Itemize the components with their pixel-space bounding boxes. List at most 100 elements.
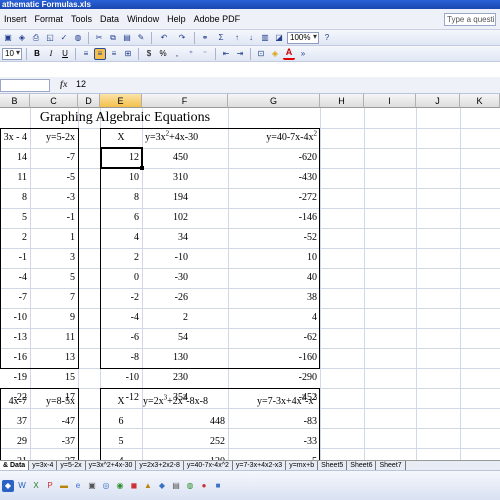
table1-cell-x[interactable]: 2 [100, 248, 142, 268]
sheet-tab[interactable]: y=40-7x-4x^2 [184, 461, 233, 470]
print-icon[interactable]: ⎙ [30, 32, 42, 44]
menu-format[interactable]: Format [35, 14, 64, 24]
decrease-decimal-icon[interactable]: ⁻ [199, 48, 211, 60]
table1-cell-f[interactable]: 130 [142, 348, 228, 368]
app-icon[interactable]: ■ [212, 480, 224, 492]
table1-cell-g[interactable]: -290 [228, 368, 320, 388]
table1-cell-g[interactable]: -620 [228, 148, 320, 168]
sheet-tab[interactable]: Sheet5 [318, 461, 348, 470]
left-cell[interactable]: 15 [30, 368, 78, 388]
table1-cell-x[interactable]: 10 [100, 168, 142, 188]
left-cell[interactable]: -5 [30, 168, 78, 188]
sheet-tab[interactable]: y=mx+b [286, 461, 319, 470]
table1-cell-x[interactable]: 4 [100, 228, 142, 248]
sheet-tab[interactable]: Sheet6 [347, 461, 377, 470]
table1-cell-f[interactable]: 2 [142, 308, 228, 328]
table2-cell-x[interactable]: 6 [100, 412, 142, 432]
table1-cell-x[interactable]: -6 [100, 328, 142, 348]
sort-descending-icon[interactable]: ↓ [245, 32, 257, 44]
function-icon[interactable]: fx [60, 79, 68, 89]
table2-cell-f[interactable]: 448 [142, 412, 228, 432]
name-box[interactable] [0, 79, 50, 92]
menu-help[interactable]: Help [167, 14, 186, 24]
table2-cell-g[interactable]: -83 [228, 412, 320, 432]
app-icon[interactable]: ● [198, 480, 210, 492]
align-right-icon[interactable]: ≡ [108, 48, 120, 60]
undo-icon[interactable]: ↶ [156, 32, 172, 44]
left-cell[interactable]: 9 [30, 308, 78, 328]
app-icon[interactable]: ◉ [114, 480, 126, 492]
table1-cell-f[interactable]: 310 [142, 168, 228, 188]
left-cell[interactable]: 14 [0, 148, 30, 168]
chart-wizard-icon[interactable]: ▥ [259, 32, 271, 44]
table1-cell-f[interactable]: -10 [142, 248, 228, 268]
lower-left-cell[interactable]: -37 [30, 432, 78, 452]
align-center-icon[interactable]: ≡ [94, 47, 106, 60]
increase-indent-icon[interactable]: ⇥ [234, 48, 246, 60]
menu-data[interactable]: Data [100, 14, 119, 24]
table1-cell-g[interactable]: 38 [228, 288, 320, 308]
left-cell[interactable]: 3 [30, 248, 78, 268]
print-preview-icon[interactable]: ◱ [44, 32, 56, 44]
sheet-tab-data[interactable]: & Data [0, 461, 30, 470]
left-cell[interactable]: 13 [30, 348, 78, 368]
column-header-d[interactable]: D [78, 94, 100, 108]
table1-cell-f[interactable]: 230 [142, 368, 228, 388]
table1-cell-x[interactable]: 8 [100, 188, 142, 208]
app-icon[interactable]: ◍ [184, 480, 196, 492]
align-left-icon[interactable]: ≡ [80, 48, 92, 60]
percent-button[interactable]: % [157, 48, 169, 60]
table1-cell-g[interactable]: 4 [228, 308, 320, 328]
lower-left-cell[interactable]: 21 [0, 452, 30, 460]
word-icon[interactable]: W [16, 480, 28, 492]
column-header-e[interactable]: E [100, 94, 142, 108]
left-cell[interactable]: 5 [30, 268, 78, 288]
table1-cell-x[interactable]: -2 [100, 288, 142, 308]
app-icon[interactable]: ▲ [142, 480, 154, 492]
powerpoint-icon[interactable]: P [44, 480, 56, 492]
table1-cell-x[interactable]: 0 [100, 268, 142, 288]
increase-decimal-icon[interactable]: ⁺ [185, 48, 197, 60]
format-painter-icon[interactable]: ✎ [135, 32, 147, 44]
bold-button[interactable]: B [31, 48, 43, 60]
table2-cell-x[interactable]: 4 [100, 452, 142, 460]
research-icon[interactable]: ◍ [72, 32, 84, 44]
excel-icon[interactable]: X [30, 480, 42, 492]
left-cell[interactable]: -10 [0, 308, 30, 328]
left-cell[interactable]: -16 [0, 348, 30, 368]
table1-cell-f[interactable]: 450 [142, 148, 228, 168]
table1-cell-g[interactable]: -52 [228, 228, 320, 248]
browser-icon[interactable]: e [72, 480, 84, 492]
left-cell[interactable]: 11 [0, 168, 30, 188]
table2-cell-g[interactable]: -33 [228, 432, 320, 452]
sheet-tab[interactable]: y=7-3x+4x2-x3 [233, 461, 287, 470]
table1-cell-x[interactable]: -10 [100, 368, 142, 388]
table1-cell-x[interactable]: 6 [100, 208, 142, 228]
left-cell[interactable]: -1 [0, 248, 30, 268]
selected-cell[interactable] [100, 147, 143, 169]
decrease-indent-icon[interactable]: ⇤ [220, 48, 232, 60]
sheet-tab[interactable]: y=3x^2+4x-30 [86, 461, 137, 470]
table1-cell-g[interactable]: -272 [228, 188, 320, 208]
left-cell[interactable]: 5 [0, 208, 30, 228]
drawing-icon[interactable]: ◪ [273, 32, 285, 44]
italic-button[interactable]: I [45, 48, 57, 60]
left-cell[interactable]: -13 [0, 328, 30, 348]
autosum-button[interactable]: Σ [213, 32, 229, 44]
table1-cell-g[interactable]: -146 [228, 208, 320, 228]
left-cell[interactable]: -7 [0, 288, 30, 308]
fill-color-icon[interactable]: ◈ [269, 48, 281, 60]
copy-icon[interactable]: ⧉ [107, 32, 119, 44]
table2-cell-x[interactable]: 5 [100, 432, 142, 452]
menu-adobe-pdf[interactable]: Adobe PDF [194, 14, 241, 24]
left-cell[interactable]: -3 [30, 188, 78, 208]
zoom-select[interactable]: 100% [287, 31, 319, 44]
left-cell[interactable]: 11 [30, 328, 78, 348]
folder-icon[interactable]: ▬ [58, 480, 70, 492]
formula-input[interactable]: 12 [76, 79, 86, 89]
left-cell[interactable]: 2 [0, 228, 30, 248]
left-cell[interactable]: 1 [30, 228, 78, 248]
table1-cell-f[interactable]: -26 [142, 288, 228, 308]
column-header-i[interactable]: I [364, 94, 416, 108]
table1-cell-f[interactable]: 102 [142, 208, 228, 228]
